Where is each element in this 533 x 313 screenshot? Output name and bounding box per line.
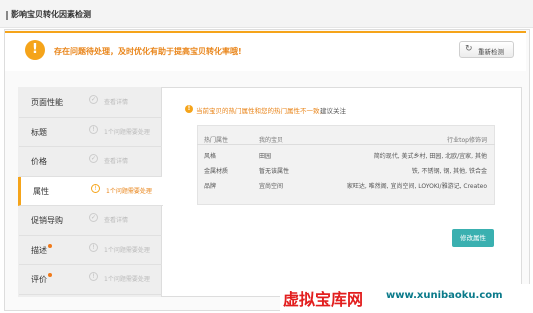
table-cell: 铁, 不锈钢, 钢, 其他, 铁合金 [411, 168, 487, 175]
sidebar-item-label: 页面性能 [31, 98, 63, 107]
table-header-cell: 热门属性 [204, 137, 229, 144]
warning-icon: ! [89, 272, 98, 281]
sidebar-item-status: 1个问题需要处理 [104, 246, 150, 254]
table-cell: 金属材质 [204, 168, 229, 175]
sidebar-item[interactable]: 评价! 1个问题需要处理 [19, 265, 162, 295]
warning-icon: ! [89, 124, 98, 134]
check-icon: ✓ [89, 154, 98, 163]
check-icon: ✓ [89, 213, 98, 222]
table-cell: 家旺达, 唯然阁, 宜尚空间, LOYOKI/雅游记, Createo [346, 183, 487, 190]
table-header-cell: 我的宝贝 [259, 137, 284, 144]
table-cell: 暂无该属性 [259, 168, 290, 175]
watermark-url: www.xunibaoku.com [386, 290, 503, 301]
sidebar-item-status: 1个问题需要处理 [106, 187, 152, 195]
sidebar-item-label: 促销导购 [31, 216, 63, 225]
recheck-button[interactable]: ↻ 重新检测 [459, 41, 514, 58]
header-marker [6, 11, 8, 20]
watermark-text: 虚拟宝库网 [283, 290, 364, 309]
sidebar-item-status: 查看详情 [104, 217, 129, 224]
notice-link[interactable]: 建议关注 [320, 105, 346, 115]
modify-attributes-button[interactable]: 修改属性 [452, 229, 494, 247]
warning-icon: ! [89, 242, 98, 252]
table-cell: 品牌 [204, 183, 217, 190]
sidebar-item[interactable]: 标题! 1个问题需要处理 [19, 118, 162, 147]
sidebar-item-status: 1个问题需要处理 [104, 276, 150, 283]
alert-dot-icon [48, 243, 52, 248]
sidebar-item-status: 查看详情 [104, 99, 129, 106]
page-title: 影响宝贝转化因素检测 [11, 10, 91, 19]
sidebar-item-status: 1个问题需要处理 [104, 128, 150, 136]
sidebar-item[interactable]: 属性! 1个问题需要处理 [18, 176, 163, 206]
info-icon: ! [185, 105, 193, 113]
warning-icon: ! [91, 183, 100, 193]
table-cell: 宜尚空间 [259, 183, 284, 190]
sidebar-item[interactable]: 促销导购 ✓ 查看详情 [19, 206, 162, 236]
check-icon: ✓ [89, 95, 98, 104]
table-cell: 简约现代, 美式乡村, 田园, 北欧/宜家, 其他 [373, 153, 487, 160]
sidebar-item-label: 描述 [31, 245, 47, 255]
sidebar-item-label: 标题 [31, 127, 47, 137]
table-cell: 田园 [259, 153, 272, 160]
sidebar-item-label: 价格 [31, 157, 47, 166]
sidebar-item[interactable]: 页面性能 ✓ 查看详情 [19, 88, 162, 118]
sidebar-item-status: 查看详情 [104, 158, 129, 165]
exclamation-icon: ! [25, 40, 45, 60]
notice-text: 当前宝贝的热门属性和您的热门属性不一致， [196, 107, 326, 115]
sidebar-item-label: 属性 [33, 186, 49, 196]
table-header-cell: 行业top修饰词 [447, 137, 487, 144]
table-cell: 风格 [204, 153, 217, 160]
refresh-icon: ↻ [465, 44, 473, 54]
sidebar-item-label: 评价 [31, 275, 47, 284]
recheck-label: 重新检测 [478, 48, 504, 56]
sidebar-item[interactable]: 描述! 1个问题需要处理 [19, 236, 162, 265]
alert-dot-icon [48, 273, 52, 277]
alert-text: 存在问题待处理，及时优化有助于提高宝贝转化率哦! [54, 47, 242, 56]
table-header-divider [197, 144, 495, 145]
sidebar-item[interactable]: 价格 ✓ 查看详情 [19, 147, 162, 177]
